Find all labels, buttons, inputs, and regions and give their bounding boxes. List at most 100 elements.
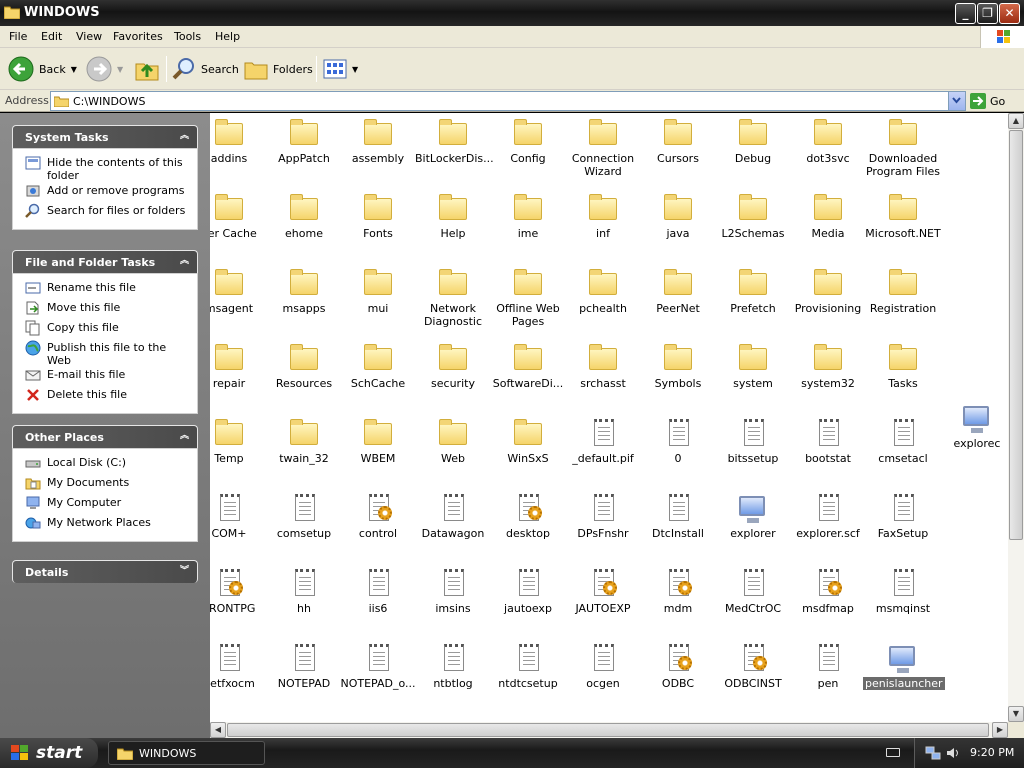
- taskbar-window-button[interactable]: WINDOWS: [108, 741, 265, 765]
- keyboard-icon[interactable]: [886, 748, 900, 757]
- system-tasks-header[interactable]: System Tasks ︽: [12, 125, 198, 148]
- file-item-jautoexp[interactable]: JAUTOEXP: [563, 567, 643, 615]
- file-item-msapps[interactable]: msapps: [264, 267, 344, 315]
- vertical-scroll-thumb[interactable]: [1009, 130, 1023, 540]
- file-item-symbols[interactable]: Symbols: [638, 342, 718, 390]
- collapse-icon[interactable]: ︽: [178, 130, 191, 143]
- scroll-up-button[interactable]: ▲: [1008, 113, 1024, 129]
- file-item-provisioning[interactable]: Provisioning: [788, 267, 868, 315]
- file-item-msmqinst[interactable]: msmqinst: [863, 567, 943, 615]
- task-rename-file[interactable]: Rename this file: [25, 280, 191, 300]
- file-item-inf[interactable]: inf: [563, 192, 643, 240]
- file-item-ime[interactable]: ime: [488, 192, 568, 240]
- up-folder-button[interactable]: [134, 54, 160, 84]
- file-item-bitssetup[interactable]: bitssetup: [713, 417, 793, 465]
- file-item-iis6[interactable]: iis6: [338, 567, 418, 615]
- file-item-frontpg[interactable]: FRONTPG: [210, 567, 269, 615]
- file-item-ntdtcsetup[interactable]: ntdtcsetup: [488, 642, 568, 690]
- file-item-mui[interactable]: mui: [338, 267, 418, 315]
- file-item-twain-32[interactable]: twain_32: [264, 417, 344, 465]
- file-item-microsoft-net[interactable]: Microsoft.NET: [863, 192, 943, 240]
- file-item-system32[interactable]: system32: [788, 342, 868, 390]
- file-item-network-diagnostic[interactable]: Network Diagnostic: [413, 267, 493, 328]
- file-item-control[interactable]: control: [338, 492, 418, 540]
- volume-icon[interactable]: [945, 745, 961, 761]
- file-item-peernet[interactable]: PeerNet: [638, 267, 718, 315]
- views-button[interactable]: ▼: [323, 54, 358, 84]
- task-move-file[interactable]: Move this file: [25, 300, 191, 320]
- file-item-pen[interactable]: pen: [788, 642, 868, 690]
- maximize-button[interactable]: ❐: [977, 3, 998, 24]
- file-item-notepad-o[interactable]: NOTEPAD_o...: [338, 642, 418, 690]
- file-item-notepad[interactable]: NOTEPAD: [264, 642, 344, 690]
- file-item-debug[interactable]: Debug: [713, 117, 793, 165]
- file-item-registration[interactable]: Registration: [863, 267, 943, 315]
- file-item-offline-web-pages[interactable]: Offline Web Pages: [488, 267, 568, 328]
- file-item-schcache[interactable]: SchCache: [338, 342, 418, 390]
- task-delete-file[interactable]: Delete this file: [25, 387, 191, 407]
- file-item-security[interactable]: security: [413, 342, 493, 390]
- forward-dropdown-icon[interactable]: ▼: [117, 65, 123, 74]
- file-item-addins[interactable]: addins: [210, 117, 269, 165]
- file-list[interactable]: addins AppPatch assembly BitLockerDis... Con…: [210, 113, 1008, 722]
- file-item-pchealth[interactable]: pchealth: [563, 267, 643, 315]
- file-item-repair[interactable]: repair: [210, 342, 269, 390]
- file-item-default-pif[interactable]: _default.pif: [563, 417, 643, 465]
- menu-favorites[interactable]: Favorites: [113, 30, 163, 43]
- file-item-srchasst[interactable]: srchasst: [563, 342, 643, 390]
- file-item-ehome[interactable]: ehome: [264, 192, 344, 240]
- file-item-mdm[interactable]: mdm: [638, 567, 718, 615]
- collapse-icon[interactable]: ︽: [178, 430, 191, 443]
- file-item-system[interactable]: system: [713, 342, 793, 390]
- file-item-dpsfnshr[interactable]: DPsFnshr: [563, 492, 643, 540]
- file-item-temp[interactable]: Temp: [210, 417, 269, 465]
- task-copy-file[interactable]: Copy this file: [25, 320, 191, 340]
- file-item-ocgen[interactable]: ocgen: [563, 642, 643, 690]
- file-item-penislauncher[interactable]: penislauncher: [863, 642, 945, 690]
- file-item-downloaded-program-files[interactable]: Downloaded Program Files: [863, 117, 943, 178]
- file-item-msagent[interactable]: msagent: [210, 267, 269, 315]
- file-item-com[interactable]: COM+: [210, 492, 269, 540]
- task-hide-contents[interactable]: Hide the contents of this folder: [25, 155, 191, 183]
- place-local-disk[interactable]: Local Disk (C:): [25, 455, 191, 475]
- file-item-assembly[interactable]: assembly: [338, 117, 418, 165]
- file-item-explorer-scf[interactable]: explorer.scf: [788, 492, 868, 540]
- network-tray-icon[interactable]: [925, 745, 941, 761]
- scroll-left-button[interactable]: ◀: [210, 722, 226, 738]
- scroll-right-button[interactable]: ▶: [992, 722, 1008, 738]
- file-item-wbem[interactable]: WBEM: [338, 417, 418, 465]
- file-item-softwaredi[interactable]: SoftwareDi...: [488, 342, 568, 390]
- file-item-explorer[interactable]: explorer: [713, 492, 793, 540]
- details-header[interactable]: Details ︾: [12, 560, 198, 583]
- address-dropdown-button[interactable]: [948, 92, 965, 110]
- file-item-web[interactable]: Web: [413, 417, 493, 465]
- menu-file[interactable]: File: [9, 30, 27, 43]
- horizontal-scroll-thumb[interactable]: [227, 723, 989, 737]
- file-item-medctroc[interactable]: MedCtrOC: [713, 567, 793, 615]
- file-item-comsetup[interactable]: comsetup: [264, 492, 344, 540]
- place-my-documents[interactable]: My Documents: [25, 475, 191, 495]
- vertical-scrollbar[interactable]: ▲ ▼: [1008, 113, 1024, 722]
- file-item-help[interactable]: Help: [413, 192, 493, 240]
- other-places-header[interactable]: Other Places ︽: [12, 425, 198, 448]
- file-item-odbcinst[interactable]: ODBCINST: [713, 642, 793, 690]
- file-item-odbc[interactable]: ODBC: [638, 642, 718, 690]
- file-item-resources[interactable]: Resources: [264, 342, 344, 390]
- file-item-winsxs[interactable]: WinSxS: [488, 417, 568, 465]
- task-email-file[interactable]: E-mail this file: [25, 367, 191, 387]
- file-item-media[interactable]: Media: [788, 192, 868, 240]
- file-item-java[interactable]: java: [638, 192, 718, 240]
- file-item-hh[interactable]: hh: [264, 567, 344, 615]
- file-item-tasks[interactable]: Tasks: [863, 342, 943, 390]
- file-item-desktop[interactable]: desktop: [488, 492, 568, 540]
- menu-tools[interactable]: Tools: [174, 30, 201, 43]
- file-item-faxsetup[interactable]: FaxSetup: [863, 492, 943, 540]
- file-folder-tasks-header[interactable]: File and Folder Tasks ︽: [12, 250, 198, 273]
- file-item-dot3svc[interactable]: dot3svc: [788, 117, 868, 165]
- task-search-files[interactable]: Search for files or folders: [25, 203, 191, 223]
- file-item-apppatch[interactable]: AppPatch: [264, 117, 344, 165]
- close-button[interactable]: ✕: [999, 3, 1020, 24]
- place-my-computer[interactable]: My Computer: [25, 495, 191, 515]
- file-item-dtcinstall[interactable]: DtcInstall: [638, 492, 718, 540]
- file-item-fonts[interactable]: Fonts: [338, 192, 418, 240]
